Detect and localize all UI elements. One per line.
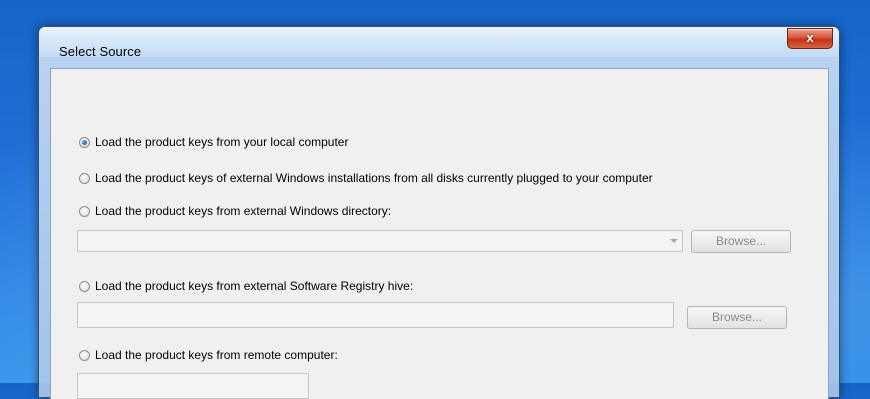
radio-label: Load the product keys from remote comput… [95,348,338,362]
radio-button[interactable] [79,349,90,361]
radio-external-installations[interactable]: Load the product keys of external Window… [79,170,653,186]
radio-registry-hive[interactable]: Load the product keys from external Soft… [79,278,413,294]
radio-button[interactable] [79,280,90,292]
radio-label: Load the product keys of external Window… [95,171,653,185]
radio-label: Load the product keys from external Wind… [95,204,392,218]
radio-local-computer[interactable]: Load the product keys from your local co… [79,134,348,150]
dialog-body: Load the product keys from your local co… [50,68,829,399]
radio-label: Load the product keys from your local co… [95,135,349,149]
remote-computer-input[interactable] [77,373,309,399]
radio-remote-computer[interactable]: Load the product keys from remote comput… [79,347,338,363]
close-button[interactable]: x [787,28,833,49]
close-icon: x [806,30,814,45]
windows-directory-combobox[interactable] [77,230,683,252]
radio-label: Load the product keys from external Soft… [95,279,414,293]
radio-button-checked[interactable] [79,136,90,148]
browse-directory-button[interactable]: Browse... [691,230,791,253]
select-source-dialog: Select Source x Load the product keys fr… [38,26,840,399]
window-title: Select Source [59,44,142,59]
radio-external-directory[interactable]: Load the product keys from external Wind… [79,203,391,219]
chevron-down-icon[interactable] [670,239,678,243]
radio-button[interactable] [79,205,90,217]
browse-hive-button[interactable]: Browse... [687,306,787,329]
title-bar[interactable]: Select Source x [39,27,839,59]
registry-hive-input[interactable] [77,302,674,328]
radio-button[interactable] [79,172,90,184]
